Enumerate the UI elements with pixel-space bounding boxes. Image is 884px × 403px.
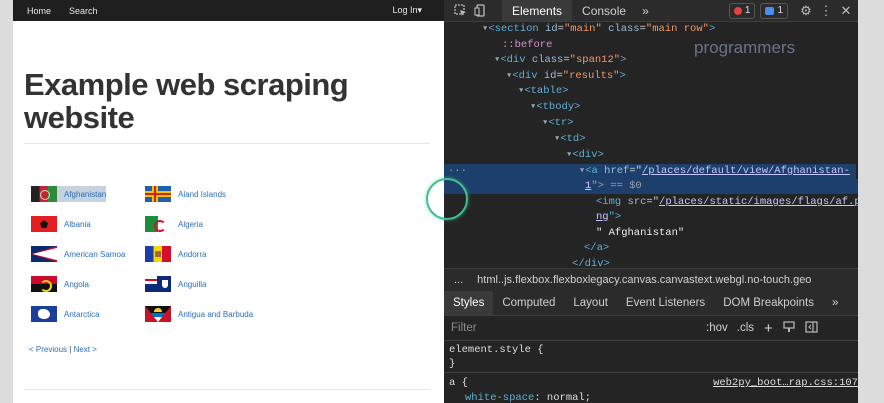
white-space-declaration[interactable]: white-space: normal; <box>465 392 591 403</box>
country-link-antarctica[interactable]: Antarctica <box>31 306 100 322</box>
devtools-toolbar: Elements Console » 1 1 ⚙ ⋮ ✕ <box>444 0 858 22</box>
tab-elements[interactable]: Elements <box>502 0 573 21</box>
cursor-highlight-ring <box>426 178 468 220</box>
devtools-panel: Elements Console » 1 1 ⚙ ⋮ ✕ ▾<section i… <box>444 0 858 403</box>
device-toolbar-icon[interactable] <box>470 1 490 21</box>
breadcrumb: ... html..js.flexbox.flexboxlegacy.canva… <box>444 268 858 292</box>
a-rule-selector[interactable]: a { <box>449 377 468 389</box>
paint-icon[interactable] <box>783 320 795 336</box>
messages-badge[interactable]: 1 <box>760 2 788 19</box>
dom-node-img[interactable]: <img src="/places/static/images/flags/af… <box>444 195 858 210</box>
country-link-afghanistan[interactable]: Afghanistan <box>31 186 107 202</box>
message-icon <box>765 6 775 15</box>
country-link-albania[interactable]: Albania <box>31 216 91 232</box>
dom-tree: ▾<section id="main" class="main row"> ::… <box>444 22 858 270</box>
country-link-aland-islands[interactable]: Aland Islands <box>145 186 226 202</box>
country-link-algeria[interactable]: Algeria <box>145 216 203 232</box>
caret-down-icon: ▾ <box>417 5 422 15</box>
tab-layout[interactable]: Layout <box>564 291 617 315</box>
tab-event-listeners[interactable]: Event Listeners <box>617 291 714 315</box>
more-tabs-icon[interactable]: » <box>636 0 655 21</box>
tab-dom-breakpoints[interactable]: DOM Breakpoints <box>714 291 823 315</box>
dom-node-a-selected-cont[interactable]: 1"> == $0 <box>444 179 858 194</box>
close-icon[interactable]: ✕ <box>836 1 856 21</box>
filter-input[interactable]: Filter <box>451 322 706 334</box>
anguilla-flag-icon <box>145 276 171 292</box>
country-link-antigua-and-barbuda[interactable]: Antigua and Barbuda <box>145 306 253 322</box>
tab-computed[interactable]: Computed <box>493 291 564 315</box>
more-subtabs-icon[interactable]: » <box>823 291 847 315</box>
afghanistan-flag-icon <box>31 186 57 202</box>
styles-subtabs: Styles Computed Layout Event Listeners D… <box>444 291 858 316</box>
element-style-rule[interactable]: element.style { <box>449 344 544 356</box>
a-rule-source-link[interactable]: web2py_boot…rap.css:107 <box>713 377 858 389</box>
element-style-close: } <box>449 358 456 370</box>
left-gutter <box>0 0 13 403</box>
country-link-anguilla[interactable]: Anguilla <box>145 276 206 292</box>
country-link-andorra[interactable]: Andorra <box>145 246 206 262</box>
footer-divider <box>24 389 430 390</box>
title-divider <box>24 143 430 144</box>
pagination: < Previous | Next > <box>29 345 97 354</box>
tab-console[interactable]: Console <box>572 0 636 21</box>
country-link-angola[interactable]: Angola <box>31 276 89 292</box>
dom-node-div-span12[interactable]: ▾<div class="span12"> <box>444 53 858 68</box>
aland-islands-flag-icon <box>145 186 171 202</box>
errors-badge[interactable]: 1 <box>728 2 756 19</box>
nav-home-link[interactable]: Home <box>27 6 51 16</box>
website-viewport: Home Search Log In▾ Example web scraping… <box>13 0 444 403</box>
dom-node-tbody[interactable]: ▾<tbody> <box>444 100 858 115</box>
breadcrumb-ellipsis[interactable]: ... <box>454 274 463 286</box>
dom-node-section[interactable]: ▾<section id="main" class="main row"> <box>444 22 858 37</box>
albania-flag-icon <box>31 216 57 232</box>
cls-toggle[interactable]: .cls <box>737 322 754 334</box>
tab-styles[interactable]: Styles <box>444 291 494 315</box>
dom-node-table[interactable]: ▾<table> <box>444 84 858 99</box>
next-page-link[interactable]: Next > <box>74 345 97 354</box>
country-link-american-samoa[interactable]: American Samoa <box>31 246 125 262</box>
hov-toggle[interactable]: :hov <box>706 322 728 334</box>
page-title: Example web scraping website <box>24 67 349 135</box>
sidebar-toggle-icon[interactable] <box>805 320 818 336</box>
kebab-menu-icon[interactable]: ⋮ <box>816 1 836 21</box>
nav-search-link[interactable]: Search <box>69 6 98 16</box>
new-rule-icon[interactable]: + <box>764 320 773 337</box>
login-menu[interactable]: Log In▾ <box>392 5 422 16</box>
site-navbar: Home Search Log In▾ <box>13 0 444 21</box>
dom-node-tr[interactable]: ▾<tr> <box>444 116 858 131</box>
previous-page-link[interactable]: < Previous <box>29 345 67 354</box>
antarctica-flag-icon <box>31 306 57 322</box>
dom-node-div-results[interactable]: ▾<div id="results"> <box>444 69 858 84</box>
american-samoa-flag-icon <box>31 246 57 262</box>
dom-node-text[interactable]: " Afghanistan" <box>444 226 858 241</box>
antigua-flag-icon <box>145 306 171 322</box>
breadcrumb-html[interactable]: html..js.flexbox.flexboxlegacy.canvas.ca… <box>477 274 811 286</box>
dom-node-a-selected[interactable]: ··· ▾<a href="/places/default/view/Afghan… <box>444 164 856 179</box>
dom-node-img-cont[interactable]: ng"> <box>444 210 858 225</box>
angola-flag-icon <box>31 276 57 292</box>
dom-node-div[interactable]: ▾<div> <box>444 148 858 163</box>
dom-node-a-close[interactable]: </a> <box>444 241 858 256</box>
andorra-flag-icon <box>145 246 171 262</box>
dom-node-td[interactable]: ▾<td> <box>444 132 858 147</box>
programmers-watermark: programmers <box>694 38 796 57</box>
inspect-element-icon[interactable] <box>450 1 470 21</box>
algeria-flag-icon <box>145 216 171 232</box>
gear-icon[interactable]: ⚙ <box>796 1 816 21</box>
styles-filter-bar: Filter :hov .cls + <box>444 316 858 341</box>
error-icon <box>733 6 742 15</box>
right-gutter <box>858 0 884 403</box>
dom-node-before[interactable]: ::before <box>444 38 858 53</box>
